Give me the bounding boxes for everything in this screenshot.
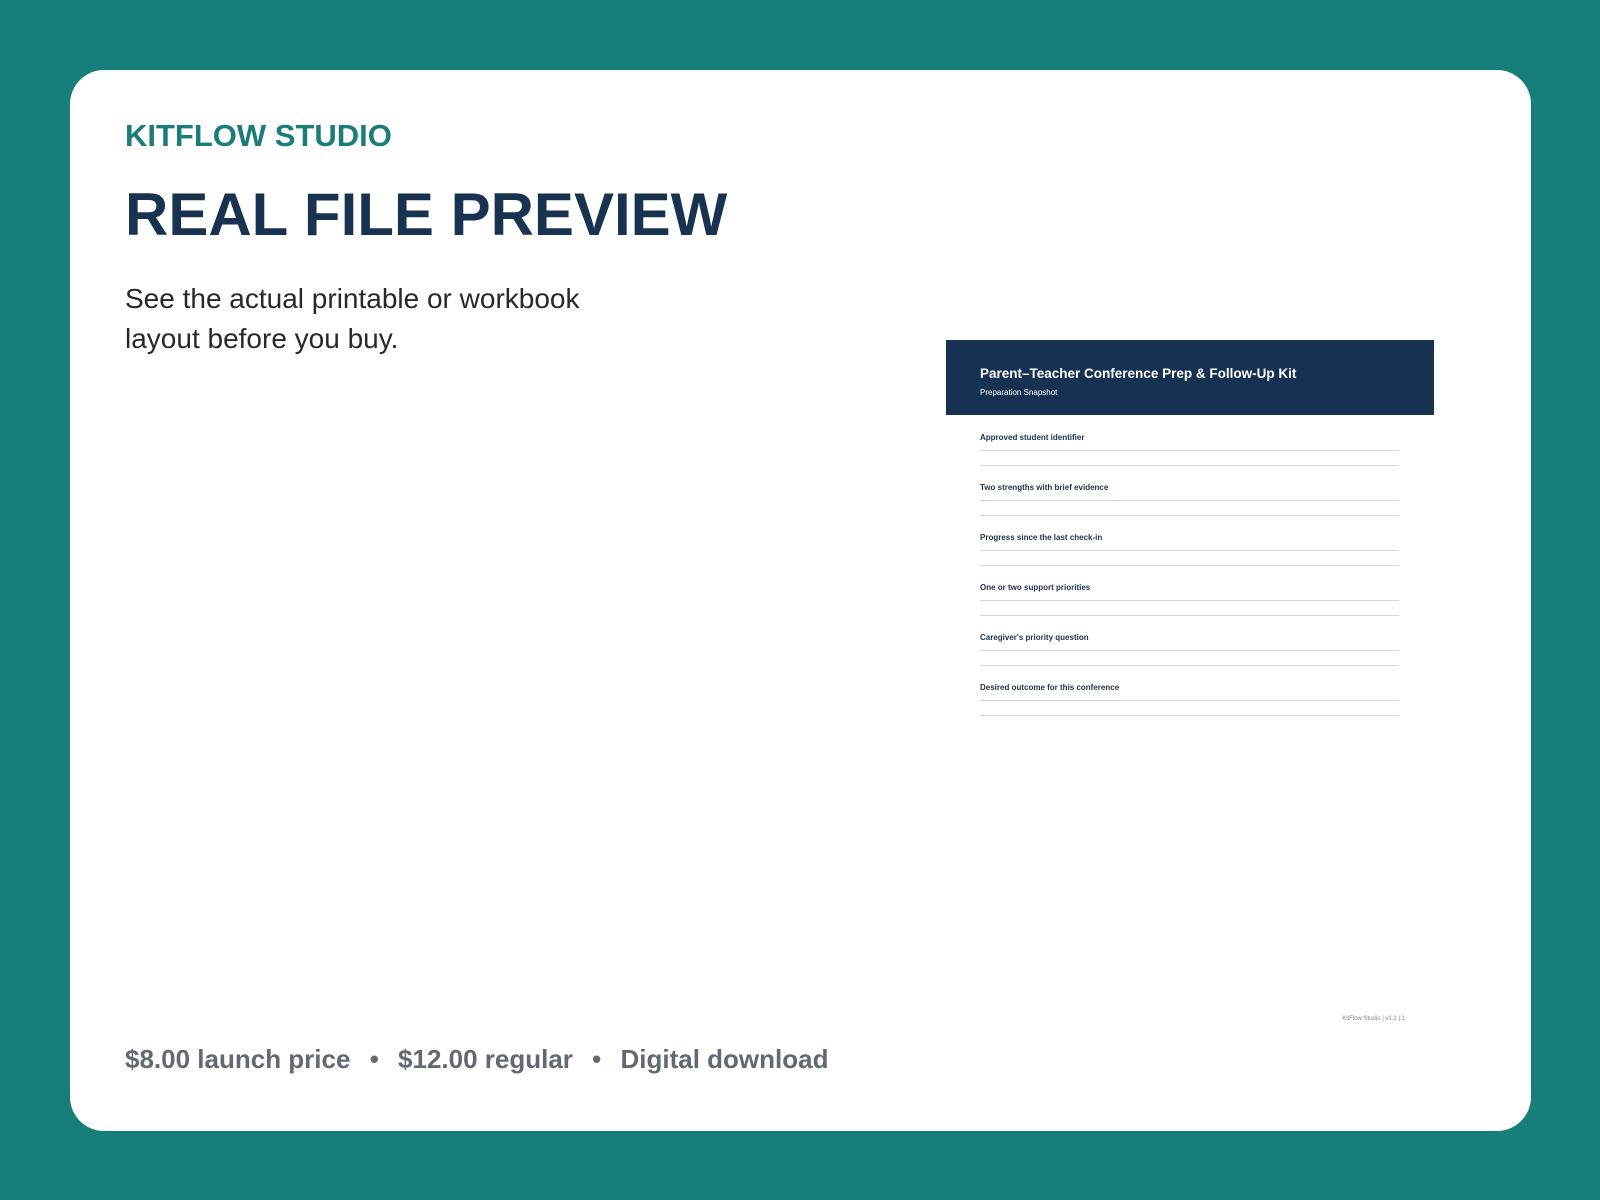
writing-line <box>980 700 1399 701</box>
writing-line <box>980 565 1399 566</box>
writing-line <box>980 600 1399 601</box>
pricing-separator: • <box>369 1044 379 1074</box>
writing-line <box>980 500 1399 501</box>
preview-field-support-priorities: One or two support priorities <box>980 583 1399 619</box>
product-preview-card: KITFLOW STUDIO REAL FILE PREVIEW See the… <box>70 70 1531 1131</box>
preview-subtitle: Preparation Snapshot <box>980 388 1058 397</box>
launch-price: $8.00 launch price <box>125 1044 351 1074</box>
pricing-summary: $8.00 launch price • $12.00 regular • Di… <box>125 1044 829 1075</box>
preview-field-caregiver-question: Caregiver's priority question <box>980 633 1399 669</box>
preview-field-strengths: Two strengths with brief evidence <box>980 483 1399 519</box>
preview-field-desired-outcome: Desired outcome for this conference <box>980 683 1399 719</box>
page-title: REAL FILE PREVIEW <box>125 181 728 248</box>
writing-line <box>980 515 1399 516</box>
preview-footer: KitFlow Studio | v1.1 | 1 <box>1342 1016 1405 1022</box>
product-format: Digital download <box>620 1044 829 1074</box>
writing-line <box>980 550 1399 551</box>
preview-field-student-identifier: Approved student identifier <box>980 433 1399 469</box>
file-preview-page: Parent–Teacher Conference Prep & Follow-… <box>946 340 1434 1030</box>
writing-line <box>980 665 1399 666</box>
regular-price: $12.00 regular <box>398 1044 573 1074</box>
writing-line <box>980 650 1399 651</box>
field-label: Two strengths with brief evidence <box>980 483 1109 492</box>
writing-line <box>980 450 1399 451</box>
writing-line <box>980 465 1399 466</box>
field-label: Approved student identifier <box>980 433 1085 442</box>
preview-field-progress: Progress since the last check-in <box>980 533 1399 569</box>
preview-description: See the actual printable or workbook lay… <box>125 283 580 354</box>
field-label: Progress since the last check-in <box>980 533 1103 542</box>
field-label: One or two support priorities <box>980 583 1091 592</box>
preview-title: Parent–Teacher Conference Prep & Follow-… <box>980 366 1297 381</box>
field-label: Desired outcome for this conference <box>980 683 1120 692</box>
preview-header: Parent–Teacher Conference Prep & Follow-… <box>946 340 1434 415</box>
field-label: Caregiver's priority question <box>980 633 1089 642</box>
writing-line <box>980 615 1399 616</box>
writing-line <box>980 715 1399 716</box>
brand-name: KITFLOW STUDIO <box>125 118 392 153</box>
pricing-separator: • <box>592 1044 602 1074</box>
